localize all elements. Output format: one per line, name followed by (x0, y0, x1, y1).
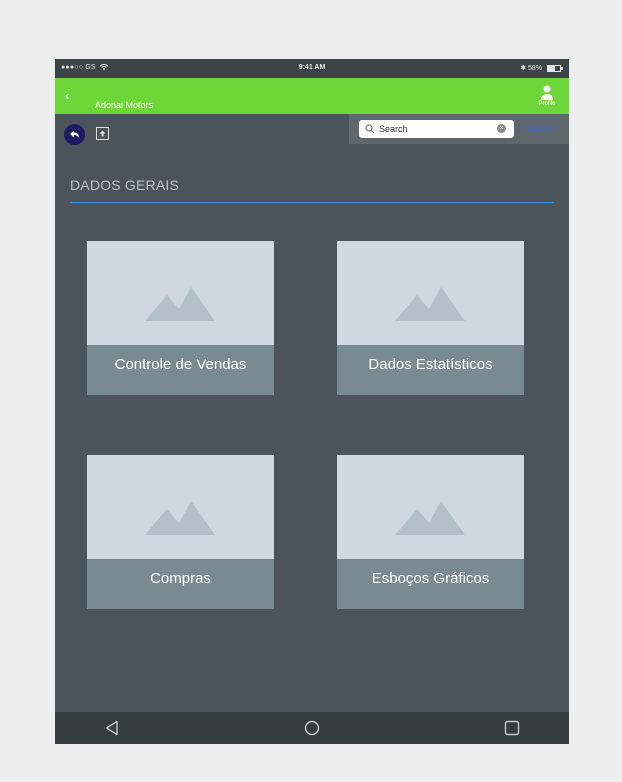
nav-recents-square-icon[interactable] (504, 720, 520, 736)
battery-status: ✱ 58% (520, 64, 563, 72)
card-esbocos-graficos[interactable]: Esboços Gráficos (337, 455, 524, 609)
card-image-placeholder (337, 455, 524, 559)
navigation-bar (55, 712, 569, 744)
card-compras[interactable]: Compras (87, 455, 274, 609)
person-icon (541, 85, 553, 100)
card-controle-de-vendas[interactable]: Controle de Vendas (87, 241, 274, 395)
section-divider (70, 202, 554, 203)
mountain-image-icon (395, 287, 465, 321)
tablet-screen: ●●●○○ GS 9:41 AM ✱ 58% ‹ Adonai Motors P… (55, 59, 569, 744)
card-image-placeholder (87, 455, 274, 559)
card-image-placeholder (337, 241, 524, 345)
search-icon (365, 124, 375, 134)
section-title: DADOS GERAIS (70, 177, 179, 193)
mountain-image-icon (145, 501, 215, 535)
card-label: Dados Estatísticos (337, 345, 524, 395)
app-title: Adonai Motors (95, 100, 154, 110)
clear-icon[interactable]: × (497, 124, 506, 133)
search-box[interactable]: × (359, 120, 514, 138)
upload-button[interactable] (96, 127, 109, 140)
status-bar: ●●●○○ GS 9:41 AM ✱ 58% (55, 59, 569, 78)
profile-label: Profile (538, 101, 556, 107)
card-dados-estatisticos[interactable]: Dados Estatísticos (337, 241, 524, 395)
card-label: Compras (87, 559, 274, 609)
card-image-placeholder (87, 241, 274, 345)
cancel-button[interactable]: Cancel (525, 123, 553, 133)
undo-arrow-icon (70, 130, 79, 138)
app-bar: ‹ Adonai Motors Profile (55, 78, 569, 114)
search-input[interactable] (379, 122, 489, 135)
card-label: Controle de Vendas (87, 345, 274, 395)
card-label: Esboços Gráficos (337, 559, 524, 609)
nav-back-triangle-icon[interactable] (105, 720, 119, 736)
battery-label: ✱ 58% (520, 65, 543, 72)
battery-icon (547, 64, 563, 72)
undo-button[interactable] (64, 124, 85, 145)
mountain-image-icon (395, 501, 465, 535)
mountain-image-icon (145, 287, 215, 321)
upload-arrow-icon (99, 130, 106, 137)
search-panel: × Cancel (349, 114, 569, 144)
status-time: 9:41 AM (298, 64, 326, 71)
back-chevron-icon[interactable]: ‹ (65, 89, 69, 102)
nav-home-circle-icon[interactable] (304, 720, 320, 736)
profile-button[interactable]: Profile (535, 84, 559, 107)
